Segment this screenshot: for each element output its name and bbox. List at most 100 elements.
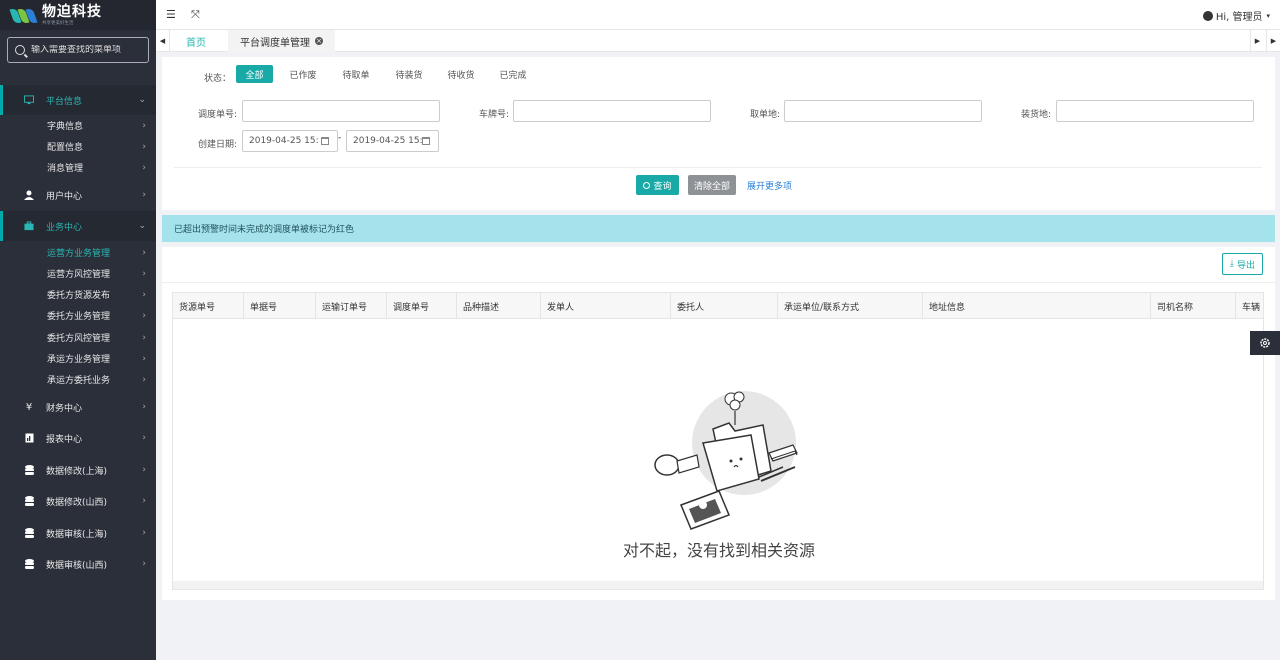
sub-carrier-business[interactable]: 承运方业务管理 ›: [0, 348, 156, 369]
empty-folder-illustration: [654, 391, 798, 530]
col-vehicle[interactable]: 车辆: [1236, 293, 1263, 319]
menu-label: 用户中心: [46, 191, 83, 202]
col-address[interactable]: 地址信息: [923, 293, 1151, 319]
sub-label: 委托方业务管理: [47, 312, 111, 322]
close-icon[interactable]: ×: [315, 37, 323, 45]
menu-label: 报表中心: [46, 434, 83, 445]
empty-state-text: 对不起，没有找到相关资源: [622, 541, 815, 560]
calendar-icon: [321, 137, 329, 145]
menu-search-box[interactable]: [7, 37, 149, 63]
loading-label: 装货地:: [1021, 110, 1052, 120]
menu-data-audit-sx[interactable]: 数据审核(山西) ›: [0, 549, 156, 579]
chevron-down-icon: ⌄: [138, 221, 146, 231]
tab-scroll-left-icon[interactable]: ◀: [156, 30, 170, 52]
filter-panel: 状态： 全部 已作废 待取单 待装货 待收货 已完成 调度单号: 车牌号: 取单…: [162, 57, 1275, 210]
settings-gear-icon[interactable]: [1250, 331, 1280, 355]
date-from-input[interactable]: 2019-04-25 15:: [242, 130, 338, 152]
chevron-right-icon: ›: [142, 268, 146, 279]
date-from-value: 2019-04-25 15:: [249, 136, 319, 146]
menu-finance-center[interactable]: ¥ 财务中心 ›: [0, 392, 156, 422]
dispatch-no-label: 调度单号:: [198, 110, 238, 120]
yen-icon: ¥: [25, 401, 33, 413]
date-to-input[interactable]: 2019-04-25 15:: [346, 130, 439, 152]
menu-data-modify-sx[interactable]: 数据修改(山西) ›: [0, 486, 156, 516]
col-consignor[interactable]: 委托人: [671, 293, 778, 319]
tab-dispatch-mgmt[interactable]: 平台调度单管理 ×: [228, 30, 335, 52]
sub-carrier-entrust[interactable]: 承运方委托业务 ›: [0, 369, 156, 390]
sub-shipper-business[interactable]: 委托方业务管理 ›: [0, 305, 156, 326]
menu-data-audit-sh[interactable]: 数据审核(上海) ›: [0, 518, 156, 548]
user-greeting: Hi, 管理员: [1215, 12, 1263, 23]
chevron-right-icon: ›: [142, 496, 146, 506]
menu-report-center[interactable]: 报表中心 ›: [0, 423, 156, 453]
col-source-no[interactable]: 货源单号: [173, 293, 244, 319]
expand-more-link[interactable]: 展开更多项: [747, 179, 792, 192]
tab-home[interactable]: 首页: [174, 30, 218, 52]
status-tab-pending-loading[interactable]: 待装货: [389, 65, 429, 83]
sub-operator-risk[interactable]: 运营方风控管理 ›: [0, 263, 156, 284]
export-button[interactable]: ⤓ 导出: [1222, 253, 1263, 275]
col-issuer[interactable]: 发单人: [541, 293, 671, 319]
chevron-right-icon: ›: [142, 141, 146, 152]
status-tab-all[interactable]: 全部: [236, 65, 273, 83]
chevron-right-icon: ›: [142, 247, 146, 258]
sub-message-mgmt[interactable]: 消息管理 ›: [0, 157, 156, 178]
status-tab-pending-receipt[interactable]: 待收货: [441, 65, 481, 83]
sub-label: 承运方业务管理: [47, 355, 111, 365]
menu-platform-info[interactable]: 平台信息 ⌄: [0, 85, 156, 115]
dispatch-no-input[interactable]: [242, 100, 440, 122]
col-variety-desc[interactable]: 品种描述: [457, 293, 541, 319]
chevron-right-icon: ›: [142, 353, 146, 364]
chevron-right-icon: ›: [142, 120, 146, 131]
sub-shipper-risk[interactable]: 委托方风控管理 ›: [0, 327, 156, 348]
data-table: 货源单号 单据号 运输订单号 调度单号 品种描述 发单人 委托人 承运单位/联系…: [172, 292, 1264, 590]
col-label: 发单人: [547, 302, 575, 313]
tab-bar: ◀ 首页 平台调度单管理 × ▶ ▶: [156, 30, 1280, 52]
col-dispatch-no[interactable]: 调度单号: [387, 293, 457, 319]
hamburger-menu-icon[interactable]: ☰: [166, 8, 176, 21]
sub-dict-info[interactable]: 字典信息 ›: [0, 115, 156, 136]
status-label: 状态：: [204, 74, 232, 84]
clear-all-button[interactable]: 清除全部: [688, 175, 736, 195]
date-to-value: 2019-04-25 15:: [353, 136, 423, 146]
sub-config-info[interactable]: 配置信息 ›: [0, 136, 156, 157]
chevron-right-icon: ›: [142, 433, 146, 443]
menu-data-modify-sh[interactable]: 数据修改(上海) ›: [0, 455, 156, 485]
logo-mark-icon: [9, 6, 38, 25]
button-label: 查询: [653, 181, 672, 192]
loading-input[interactable]: [1056, 100, 1254, 122]
status-tab-completed[interactable]: 已完成: [493, 65, 533, 83]
topbar: ☰ ⤧ Hi, 管理员 ▾: [156, 0, 1280, 30]
sub-shipper-publish[interactable]: 委托方货源发布 ›: [0, 284, 156, 305]
status-tab-label: 已作废: [289, 70, 317, 81]
sub-label: 承运方委托业务: [47, 376, 111, 386]
fullscreen-icon[interactable]: ⤧: [191, 8, 200, 22]
pickup-input[interactable]: [784, 100, 982, 122]
brand-subtitle: 共享更美好生活: [42, 19, 74, 26]
sidebar: 物迫科技 共享更美好生活 平台信息 ⌄ 字典信息 › 配置信息 › 消息管理 › 用户…: [0, 0, 156, 660]
menu-user-center[interactable]: 用户中心 ›: [0, 180, 156, 210]
menu-search-input[interactable]: [31, 45, 141, 55]
sub-operator-business[interactable]: 运营方业务管理 ›: [0, 242, 156, 263]
user-menu[interactable]: Hi, 管理员 ▾: [1202, 8, 1270, 23]
status-tab-pending-pickup[interactable]: 待取单: [336, 65, 376, 83]
chevron-right-icon: ›: [142, 465, 146, 475]
sub-label: 委托方货源发布: [47, 291, 111, 301]
col-transport-order-no[interactable]: 运输订单号: [316, 293, 387, 319]
plate-input[interactable]: [513, 100, 711, 122]
horizontal-scrollbar[interactable]: [173, 581, 1263, 589]
menu-business-center[interactable]: 业务中心 ⌄: [0, 211, 156, 241]
col-doc-no[interactable]: 单据号: [244, 293, 316, 319]
user-avatar-icon: [1202, 10, 1213, 21]
tab-scroll-right-icon[interactable]: ▶: [1250, 30, 1264, 52]
col-carrier-contact[interactable]: 承运单位/联系方式: [778, 293, 923, 319]
query-button[interactable]: 查询: [636, 175, 679, 195]
tab-more-icon[interactable]: ▶: [1266, 30, 1280, 52]
col-label: 地址信息: [929, 302, 966, 313]
status-tab-label: 待装货: [395, 70, 423, 81]
col-driver-name[interactable]: 司机名称: [1151, 293, 1236, 319]
chevron-right-icon: ›: [142, 528, 146, 538]
briefcase-icon: [24, 221, 34, 231]
menu-label: 平台信息: [46, 96, 83, 107]
status-tab-voided[interactable]: 已作废: [283, 65, 323, 83]
